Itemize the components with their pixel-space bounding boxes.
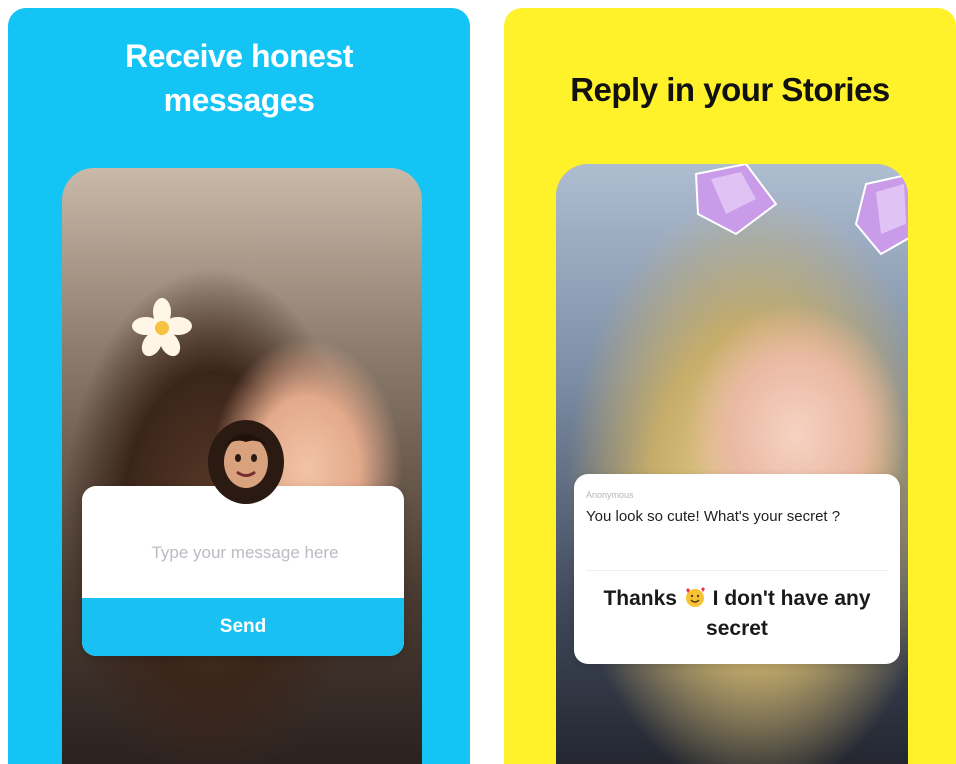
- panel-reply-in-stories: Reply in your Stories Anonymous You look…: [504, 8, 956, 764]
- send-button[interactable]: Send: [82, 598, 404, 656]
- reply-answer-text: Thanks I don't have any secret: [574, 584, 900, 644]
- reply-answer-end: I don't have any secret: [706, 587, 871, 640]
- reply-sender-label: Anonymous: [586, 490, 634, 500]
- headline-reply-in-stories: Reply in your Stories: [570, 71, 890, 108]
- reply-answer-start: Thanks: [603, 587, 677, 610]
- story-photo-left: Send: [62, 168, 422, 764]
- reply-card: Anonymous You look so cute! What's your …: [574, 474, 900, 664]
- gem-crown-filter-icon: [694, 164, 908, 256]
- flower-icon: [132, 298, 192, 357]
- headline-line-1: Receive honest: [125, 38, 353, 74]
- reply-question-text: You look so cute! What's your secret ?: [586, 508, 841, 525]
- story-photo-right: Anonymous You look so cute! What's your …: [556, 164, 908, 764]
- headline-receive-messages: Receive honest messages: [8, 34, 470, 122]
- reply-divider: [586, 570, 888, 571]
- compose-message-card: Send: [82, 486, 404, 656]
- smiling-face-with-hearts-icon: [685, 587, 705, 607]
- panel-receive-messages: Receive honest messages Send: [8, 8, 470, 764]
- message-input[interactable]: [82, 526, 404, 580]
- headline-line-2: messages: [163, 82, 315, 118]
- bitmoji-avatar-icon: [208, 420, 284, 504]
